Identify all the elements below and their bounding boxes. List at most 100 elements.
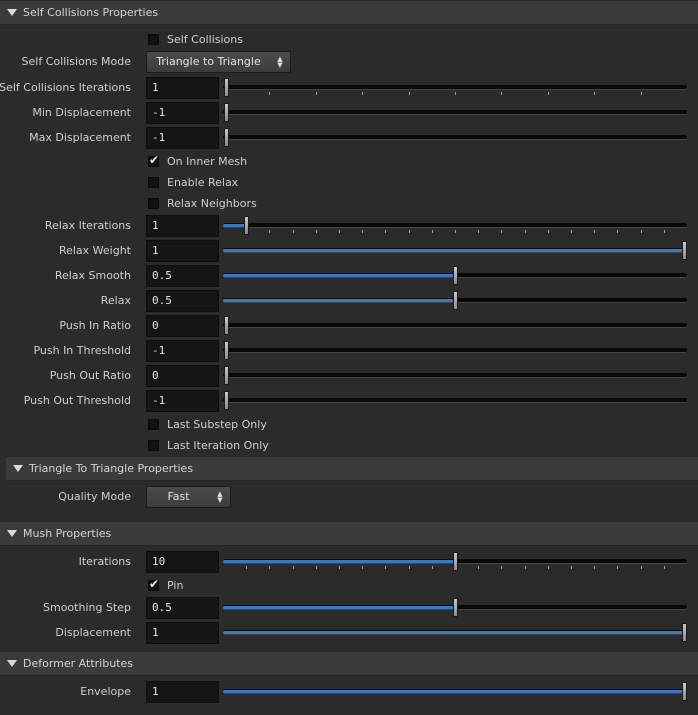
quality-mode-dropdown[interactable]: Fast ▲ ▼ <box>146 486 231 508</box>
slider-tick <box>641 92 642 95</box>
slider-handle[interactable] <box>224 78 229 97</box>
section-header-triangle-to-triangle[interactable]: Triangle To Triangle Properties <box>6 457 698 481</box>
slider-track[interactable] <box>223 110 687 115</box>
slider-handle[interactable] <box>224 391 229 410</box>
self-collisions-iterations-field[interactable]: 1 <box>146 77 219 99</box>
relax-weight-slider[interactable] <box>223 240 687 262</box>
slider-tick <box>316 92 317 95</box>
slider-tick <box>455 92 456 95</box>
push-in-threshold-slider[interactable] <box>223 340 687 362</box>
collapse-triangle-icon[interactable] <box>7 530 17 537</box>
push-in-ratio-label: Push In Ratio <box>59 319 131 332</box>
push-out-ratio-label: Push Out Ratio <box>49 369 131 382</box>
pin-checkbox-row[interactable]: Pin <box>148 577 183 593</box>
slider-handle[interactable] <box>453 291 458 310</box>
slider-handle[interactable] <box>224 366 229 385</box>
mush-iterations-slider[interactable] <box>223 551 687 573</box>
min-displacement-label: Min Displacement <box>32 106 131 119</box>
mush-displacement-slider[interactable] <box>223 622 687 644</box>
section-header-deformer-attributes[interactable]: Deformer Attributes <box>0 652 698 676</box>
self-collisions-iterations-label: Self Collisions Iterations <box>0 81 131 94</box>
enable-relax-checkbox[interactable] <box>148 176 159 188</box>
slider-handle[interactable] <box>453 552 458 571</box>
envelope-slider[interactable] <box>223 681 687 703</box>
slider-tick <box>385 566 386 569</box>
slider-handle[interactable] <box>224 103 229 122</box>
relax-smooth-field[interactable]: 0.5 <box>146 265 219 287</box>
self-collisions-iterations-slider[interactable] <box>223 77 687 99</box>
slider-tick <box>362 230 363 233</box>
relax-neighbors-checkbox-row[interactable]: Relax Neighbors <box>148 195 257 211</box>
slider-handle[interactable] <box>244 216 250 235</box>
push-out-ratio-slider[interactable] <box>223 365 687 387</box>
relax-label: Relax <box>100 294 131 307</box>
last-iteration-checkbox[interactable] <box>148 439 159 451</box>
self-collisions-checkbox[interactable] <box>148 33 159 45</box>
relax-neighbors-checkbox[interactable] <box>148 197 159 209</box>
push-out-threshold-field[interactable]: -1 <box>146 390 219 412</box>
slider-tick <box>269 92 270 95</box>
slider-handle[interactable] <box>224 341 229 360</box>
self-collisions-mode-dropdown[interactable]: Triangle to Triangle ▲ ▼ <box>146 51 291 73</box>
collapse-triangle-icon[interactable] <box>7 9 17 16</box>
relax-weight-field[interactable]: 1 <box>146 240 219 262</box>
last-substep-checkbox[interactable] <box>148 418 159 430</box>
slider-track[interactable] <box>223 373 687 378</box>
collapse-triangle-icon[interactable] <box>7 660 17 667</box>
slider-tick <box>362 92 363 95</box>
slider-track[interactable] <box>223 398 687 403</box>
push-in-ratio-field[interactable]: 0 <box>146 315 219 337</box>
slider-handle[interactable] <box>224 128 229 147</box>
enable-relax-checkbox-row[interactable]: Enable Relax <box>148 174 238 190</box>
last-iteration-checkbox-row[interactable]: Last Iteration Only <box>148 437 269 453</box>
last-substep-checkbox-row[interactable]: Last Substep Only <box>148 416 267 432</box>
min-displacement-slider[interactable] <box>223 102 687 124</box>
slider-handle[interactable] <box>682 241 687 260</box>
section-header-mush[interactable]: Mush Properties <box>0 522 698 546</box>
smoothing-step-slider[interactable] <box>223 597 687 619</box>
slider-tick <box>501 230 502 233</box>
slider-handle[interactable] <box>682 682 687 701</box>
mush-displacement-field[interactable]: 1 <box>146 622 219 644</box>
slider-track[interactable] <box>223 135 687 140</box>
on-inner-mesh-checkbox[interactable] <box>148 153 159 167</box>
min-displacement-field[interactable]: -1 <box>146 102 219 124</box>
relax-field[interactable]: 0.5 <box>146 290 219 312</box>
smoothing-step-field[interactable]: 0.5 <box>146 597 219 619</box>
max-displacement-field[interactable]: -1 <box>146 127 219 149</box>
slider-track[interactable] <box>223 223 687 228</box>
section-header-self-collisions[interactable]: Self Collisions Properties <box>0 1 698 25</box>
max-displacement-slider[interactable] <box>223 127 687 149</box>
envelope-field[interactable]: 1 <box>146 681 219 703</box>
self-collisions-checkbox-row[interactable]: Self Collisions <box>148 31 243 47</box>
slider-tick <box>571 566 572 569</box>
relax-iterations-field[interactable]: 1 <box>146 215 219 237</box>
slider-tick <box>617 230 618 233</box>
slider-handle[interactable] <box>224 316 229 335</box>
slider-tick <box>339 566 340 569</box>
slider-track[interactable] <box>223 323 687 328</box>
slider-handle[interactable] <box>453 266 458 285</box>
slider-tick <box>269 230 270 233</box>
slider-tick <box>432 230 433 233</box>
collapse-triangle-icon[interactable] <box>13 465 23 472</box>
slider-track[interactable] <box>223 348 687 353</box>
last-iteration-label: Last Iteration Only <box>167 438 269 452</box>
push-in-ratio-slider[interactable] <box>223 315 687 337</box>
relax-slider[interactable] <box>223 290 687 312</box>
push-out-threshold-slider[interactable] <box>223 390 687 412</box>
relax-smooth-slider[interactable] <box>223 265 687 287</box>
slider-handle[interactable] <box>453 598 458 617</box>
slider-fill <box>223 560 455 563</box>
push-out-ratio-field[interactable]: 0 <box>146 365 219 387</box>
slider-tick <box>409 92 410 95</box>
relax-iterations-slider[interactable] <box>223 215 687 237</box>
push-in-threshold-field[interactable]: -1 <box>146 340 219 362</box>
enable-relax-label: Enable Relax <box>167 175 239 189</box>
slider-track[interactable] <box>223 85 687 90</box>
on-inner-mesh-checkbox-row[interactable]: On Inner Mesh <box>148 153 247 169</box>
mush-iterations-field[interactable]: 10 <box>146 551 219 573</box>
slider-tick <box>293 230 294 233</box>
pin-checkbox[interactable] <box>148 577 159 591</box>
slider-handle[interactable] <box>682 623 687 642</box>
